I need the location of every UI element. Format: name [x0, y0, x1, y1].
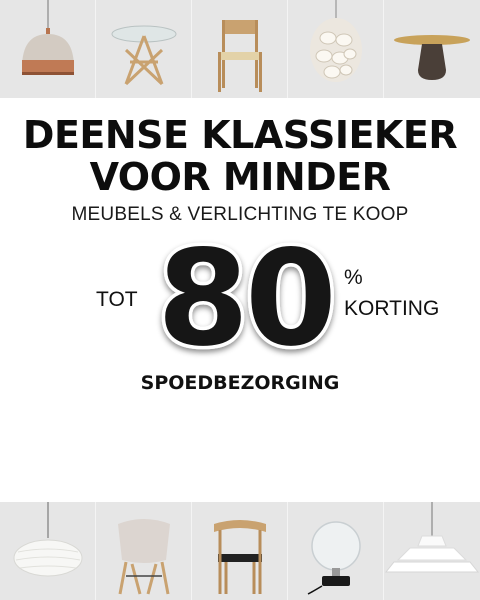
- product-tile[interactable]: [192, 502, 288, 600]
- discount-number: 80: [157, 232, 333, 360]
- glass-star-table-icon: [111, 25, 177, 86]
- headline-line-2: VOOR MINDER: [89, 155, 391, 199]
- subheadline: MEUBELS & VERLICHTING TE KOOP: [71, 204, 409, 225]
- product-tile[interactable]: [0, 0, 96, 98]
- bubble-pendant-lamp-icon: [13, 502, 83, 577]
- product-tile[interactable]: [96, 502, 192, 600]
- ph-pendant-lamp-icon: [384, 502, 480, 573]
- copper-pendant-lamp-icon: [22, 0, 74, 75]
- shell-chandelier-icon: [310, 0, 362, 82]
- discount-value: 80: [154, 232, 341, 360]
- product-tile[interactable]: [384, 502, 480, 600]
- product-tile[interactable]: [288, 502, 384, 600]
- product-tile[interactable]: [288, 0, 384, 98]
- delivery-label: SPOEDBEZORGING: [140, 372, 340, 394]
- bottom-product-strip: [0, 502, 480, 600]
- percent-sign: %: [344, 266, 363, 289]
- product-tile[interactable]: [96, 0, 192, 98]
- product-tile[interactable]: [0, 502, 96, 600]
- discount-suffix: KORTING: [344, 297, 440, 320]
- top-product-strip: [0, 0, 480, 98]
- wooden-armchair-icon: [214, 520, 266, 594]
- headline-line-1: DEENSE KLASSIEKER: [22, 113, 458, 157]
- bronze-side-table-icon: [394, 35, 470, 80]
- product-tile[interactable]: [192, 0, 288, 98]
- product-tile[interactable]: [384, 0, 480, 98]
- wooden-chair-icon: [218, 20, 262, 92]
- discount-prefix: TOT: [96, 288, 138, 311]
- eames-armchair-icon: [118, 519, 170, 595]
- globe-table-lamp-icon: [307, 521, 361, 595]
